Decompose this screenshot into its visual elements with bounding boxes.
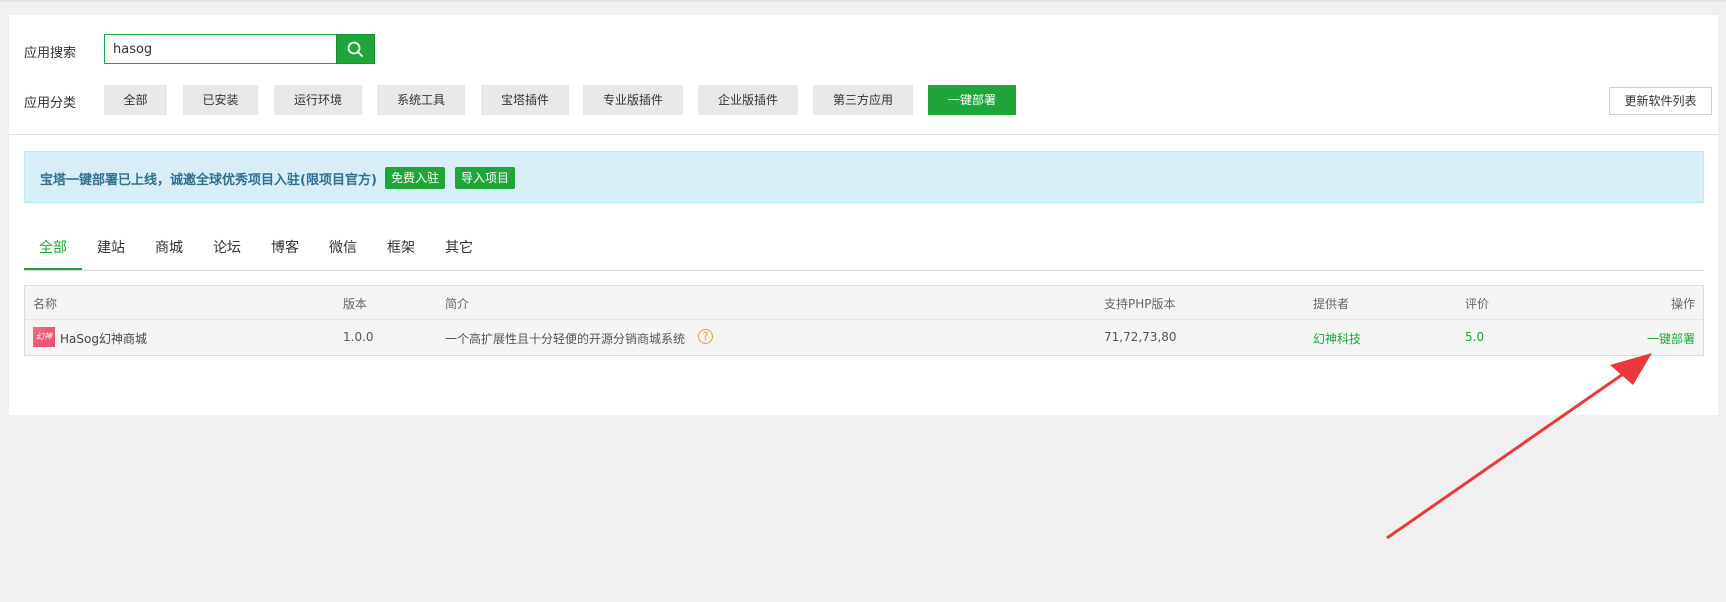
tab-all[interactable]: 全部 bbox=[24, 233, 82, 270]
category-bt-plugins[interactable]: 宝塔插件 bbox=[481, 85, 569, 115]
app-store-panel: 应用搜索 应用分类 全部 已安装 运行环境 系统工具 宝塔插件 专业版插件 企业… bbox=[9, 15, 1718, 415]
app-php-versions: 71,72,73,80 bbox=[1104, 330, 1177, 344]
table-header: 名称 版本 简介 支持PHP版本 提供者 评价 操作 bbox=[25, 286, 1703, 320]
import-project-button[interactable]: 导入项目 bbox=[455, 167, 516, 189]
category-one-click-deploy[interactable]: 一键部署 bbox=[928, 85, 1016, 115]
question-circle-icon[interactable]: ? bbox=[698, 329, 713, 344]
app-rating: 5.0 bbox=[1465, 330, 1485, 344]
one-click-deploy-link[interactable]: 一键部署 bbox=[1647, 330, 1695, 347]
app-name: HaSog幻神商城 bbox=[60, 332, 147, 346]
search-label: 应用搜索 bbox=[24, 46, 77, 61]
tab-forum[interactable]: 论坛 bbox=[198, 233, 256, 270]
app-description: 一个高扩展性且十分轻便的开源分销商城系统 bbox=[445, 332, 686, 346]
category-all[interactable]: 全部 bbox=[104, 85, 167, 115]
hasog-logo-icon: 幻神 bbox=[33, 327, 55, 347]
app-table: 名称 版本 简介 支持PHP版本 提供者 评价 操作 幻神 HaSog幻神商城 … bbox=[24, 285, 1704, 356]
category-label: 应用分类 bbox=[24, 96, 77, 111]
header-description: 简介 bbox=[445, 297, 470, 311]
category-pro-plugins[interactable]: 专业版插件 bbox=[583, 85, 683, 115]
table-row: 幻神 HaSog幻神商城 1.0.0 一个高扩展性且十分轻便的开源分销商城系统 … bbox=[25, 320, 1703, 355]
header-rating: 评价 bbox=[1465, 297, 1490, 311]
deploy-tabs: 全部 建站 商城 论坛 博客 微信 框架 其它 bbox=[24, 233, 1704, 271]
category-third-party[interactable]: 第三方应用 bbox=[813, 85, 913, 115]
header-version: 版本 bbox=[343, 297, 368, 311]
search-input[interactable] bbox=[104, 34, 340, 64]
divider bbox=[9, 134, 1718, 135]
notice-text: 宝塔一键部署已上线，诚邀全球优秀项目入驻(限项目官方) bbox=[40, 173, 377, 188]
category-runtime[interactable]: 运行环境 bbox=[274, 85, 362, 115]
app-provider-link[interactable]: 幻神科技 bbox=[1313, 330, 1361, 347]
tab-framework[interactable]: 框架 bbox=[372, 233, 430, 270]
tab-blog[interactable]: 博客 bbox=[256, 233, 314, 270]
category-installed[interactable]: 已安装 bbox=[183, 85, 258, 115]
header-action: 操作 bbox=[1670, 297, 1695, 311]
tab-other[interactable]: 其它 bbox=[430, 233, 488, 270]
top-border bbox=[0, 0, 1726, 2]
free-join-button[interactable]: 免费入驻 bbox=[385, 167, 446, 189]
search-icon bbox=[347, 41, 363, 57]
header-provider: 提供者 bbox=[1313, 297, 1350, 311]
category-system-tools[interactable]: 系统工具 bbox=[377, 85, 465, 115]
refresh-software-list-button[interactable]: 更新软件列表 bbox=[1609, 87, 1712, 115]
app-version: 1.0.0 bbox=[343, 330, 374, 344]
header-name: 名称 bbox=[33, 297, 58, 311]
tab-mall[interactable]: 商城 bbox=[140, 233, 198, 270]
tab-wechat[interactable]: 微信 bbox=[314, 233, 372, 270]
search-button[interactable] bbox=[336, 34, 375, 64]
notice-banner: 宝塔一键部署已上线，诚邀全球优秀项目入驻(限项目官方) 免费入驻 导入项目 bbox=[24, 151, 1704, 203]
category-enterprise-plugins[interactable]: 企业版插件 bbox=[698, 85, 798, 115]
tab-website[interactable]: 建站 bbox=[82, 233, 140, 270]
header-php-version: 支持PHP版本 bbox=[1104, 297, 1176, 311]
